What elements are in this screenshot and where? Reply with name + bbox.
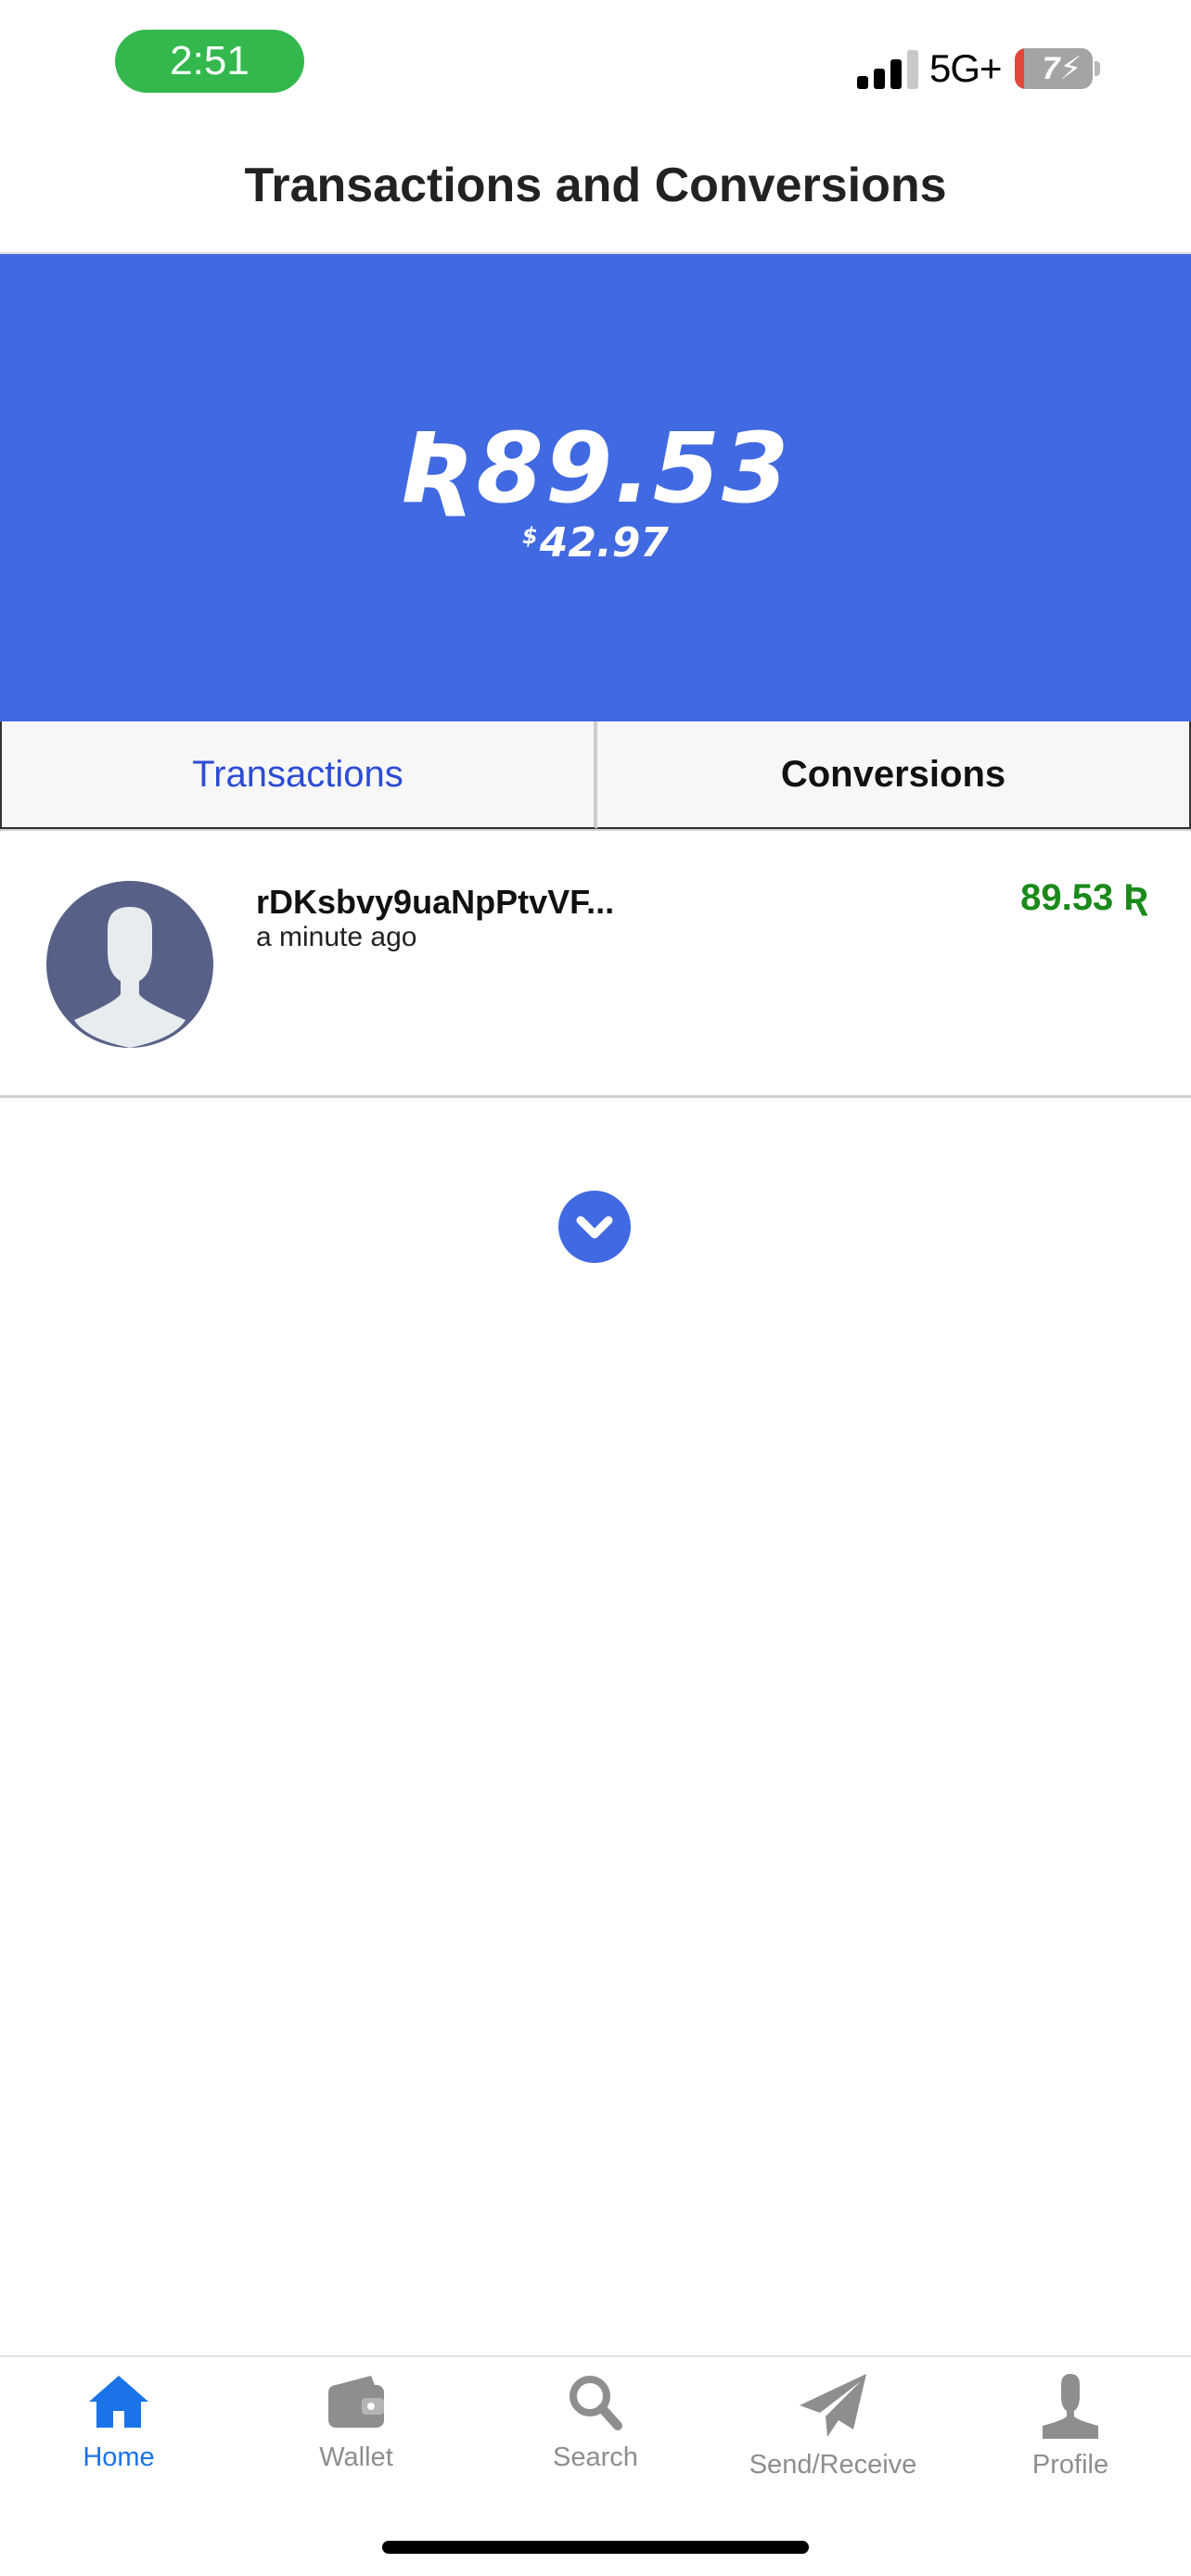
status-time: 2:51: [115, 30, 304, 93]
tab-conversions[interactable]: Conversions: [597, 721, 1191, 829]
avatar: [46, 881, 213, 1048]
battery-level: 7⚡: [1042, 51, 1082, 86]
nav-profile-label: Profile: [1031, 2450, 1109, 2480]
balance-amount: Ʀ89.53: [400, 412, 791, 525]
default-user-avatar-icon: [46, 881, 213, 1048]
nav-send-receive[interactable]: Send/Receive: [714, 2372, 952, 2511]
transaction-time: a minute ago: [256, 922, 417, 952]
tab-bar: Transactions Conversions: [0, 721, 1191, 831]
load-more-button[interactable]: [558, 1191, 631, 1263]
nav-home-label: Home: [83, 2442, 155, 2472]
network-type: 5G+: [929, 46, 1003, 90]
home-indicator[interactable]: [382, 2541, 809, 2554]
nav-search-label: Search: [553, 2442, 638, 2472]
battery-icon: 7⚡: [1015, 48, 1093, 89]
usd-value: 42.97: [539, 519, 669, 567]
nav-home[interactable]: Home: [0, 2372, 237, 2511]
transaction-amount: 89.53 Ʀ: [1020, 877, 1148, 918]
cellular-signal-icon: [857, 50, 918, 89]
nav-search[interactable]: Search: [477, 2372, 714, 2511]
usd-symbol: $: [522, 523, 538, 549]
balance-banner: Ʀ89.53 $42.97: [0, 254, 1191, 721]
balance-usd: $42.97: [0, 519, 1191, 567]
nav-profile[interactable]: Profile: [952, 2372, 1189, 2511]
tab-transactions[interactable]: Transactions: [0, 721, 597, 829]
user-icon: [1043, 2374, 1098, 2439]
paper-plane-icon: [800, 2374, 866, 2437]
home-icon: [89, 2376, 148, 2428]
page-title: Transactions and Conversions: [244, 159, 947, 212]
wallet-icon: [328, 2376, 384, 2428]
status-bar: 2:51 5G+ 7⚡: [0, 0, 1191, 130]
chevron-down-icon: [576, 1216, 613, 1239]
battery-cap: [1095, 61, 1100, 76]
transaction-row[interactable]: rDKsbvy9uaNpPtvVF... a minute ago 89.53 …: [0, 833, 1191, 1098]
nav-wallet-label: Wallet: [319, 2442, 393, 2472]
nav-wallet[interactable]: Wallet: [237, 2372, 475, 2511]
transaction-address: rDKsbvy9uaNpPtvVF...: [256, 883, 615, 921]
search-icon: [570, 2376, 622, 2430]
nav-send-receive-label: Send/Receive: [749, 2450, 917, 2480]
